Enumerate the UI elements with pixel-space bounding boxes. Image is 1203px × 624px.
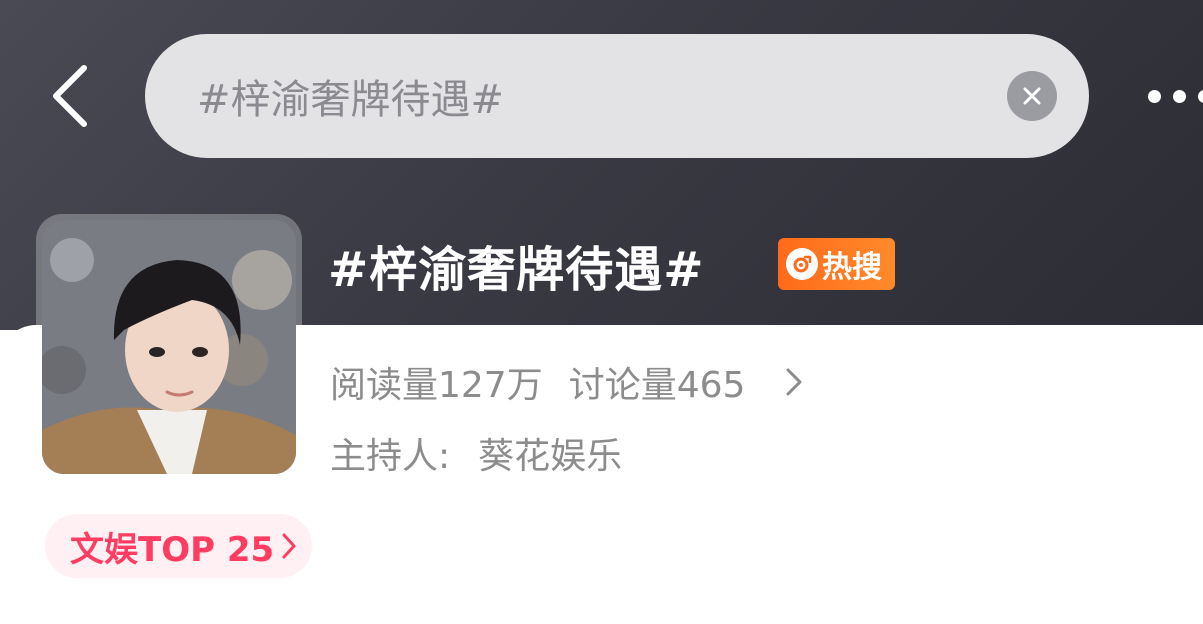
host-info: 主持人: 葵花娱乐 [330,427,622,479]
more-dot [1198,89,1203,103]
clear-search-button[interactable] [1007,71,1057,121]
hot-badge-label: 热搜 [822,250,882,285]
topic-cover-frame[interactable] [36,214,302,480]
more-dot [1173,89,1186,103]
host-label: 主持人: [330,436,451,477]
chevron-right-icon [282,533,296,559]
host-name[interactable]: 葵花娱乐 [478,436,622,477]
search-text[interactable]: #梓渝奢牌待遇# [197,67,1007,125]
ranking-badge[interactable]: 文娱TOP 25 [45,514,312,578]
read-count: 阅读量127万 [330,365,543,406]
topic-stats-link[interactable]: 阅读量127万 讨论量465 [330,355,870,409]
search-input[interactable]: #梓渝奢牌待遇# [145,34,1089,158]
topic-cover-image [42,220,296,474]
topic-title: #梓渝奢牌待遇# [328,242,705,298]
more-button[interactable] [1148,80,1203,112]
hot-search-icon [786,248,818,280]
back-arrow-icon [53,65,87,127]
discussion-count: 讨论量465 [568,365,746,406]
hot-search-badge: 热搜 [778,238,895,290]
clear-icon [1023,87,1041,105]
more-dots-icon [1148,89,1161,103]
chevron-right-icon [785,367,803,397]
ranking-label: 文娱TOP 25 [70,529,275,570]
back-button[interactable] [40,58,100,134]
